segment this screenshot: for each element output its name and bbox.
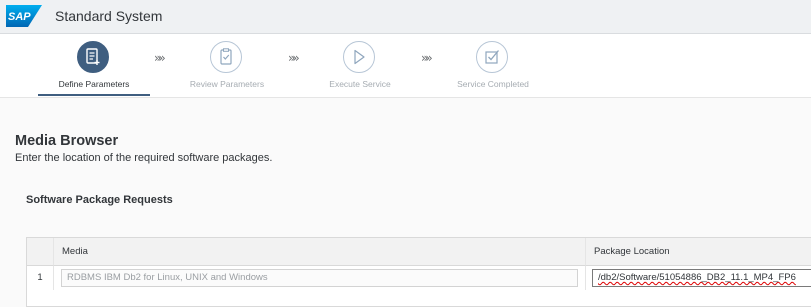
logo-text: SAP bbox=[8, 11, 31, 23]
step-circle bbox=[77, 41, 109, 73]
step-label: Review Parameters bbox=[189, 79, 265, 89]
wizard-step-service-completed[interactable]: Service Completed bbox=[433, 34, 553, 98]
package-location-value: /db2/Software/51054886_DB2_11.1_MP4_FP6 bbox=[598, 272, 796, 283]
column-header-package-location[interactable]: Package Location bbox=[586, 238, 811, 266]
sap-logo[interactable]: SAP bbox=[6, 5, 42, 27]
media-field: RDBMS IBM Db2 for Linux, UNIX and Window… bbox=[61, 269, 578, 287]
page-title: Media Browser bbox=[15, 133, 119, 149]
step-separator-icon: »» bbox=[154, 51, 166, 65]
row-number: 1 bbox=[27, 266, 54, 290]
play-icon bbox=[354, 49, 365, 65]
page-description: Enter the location of the required softw… bbox=[15, 152, 273, 164]
wizard-step-execute-service[interactable]: Execute Service bbox=[300, 34, 420, 98]
row-number-header bbox=[27, 238, 54, 266]
software-package-table: Media Package Location 1 RDBMS IBM Db2 f… bbox=[26, 237, 811, 307]
package-location-cell: /db2/Software/51054886_DB2_11.1_MP4_FP6 bbox=[586, 266, 811, 290]
media-cell: RDBMS IBM Db2 for Linux, UNIX and Window… bbox=[54, 266, 586, 290]
active-step-underline bbox=[38, 94, 150, 96]
step-circle bbox=[210, 41, 242, 73]
step-label: Execute Service bbox=[329, 79, 391, 89]
checkbox-icon bbox=[485, 50, 499, 64]
step-separator-icon: »» bbox=[421, 51, 433, 65]
clipboard-check-icon bbox=[220, 48, 232, 65]
wizard-step-define-parameters[interactable]: Define Parameters bbox=[34, 34, 154, 98]
app-title: Standard System bbox=[55, 8, 163, 24]
document-icon bbox=[86, 48, 100, 65]
wizard-progress: Define Parameters »» Review Parameters »… bbox=[0, 34, 811, 98]
step-label: Define Parameters bbox=[58, 79, 130, 89]
step-circle bbox=[343, 41, 375, 73]
column-header-media[interactable]: Media bbox=[54, 238, 586, 266]
table-title: Software Package Requests bbox=[26, 194, 173, 206]
package-location-input[interactable]: /db2/Software/51054886_DB2_11.1_MP4_FP6 bbox=[592, 269, 811, 287]
step-separator-icon: »» bbox=[288, 51, 300, 65]
wizard-step-review-parameters[interactable]: Review Parameters bbox=[167, 34, 287, 98]
shell-bar: SAP Standard System bbox=[0, 0, 811, 34]
step-label: Service Completed bbox=[457, 79, 529, 89]
step-circle bbox=[476, 41, 508, 73]
main-content: Media Browser Enter the location of the … bbox=[0, 98, 811, 307]
